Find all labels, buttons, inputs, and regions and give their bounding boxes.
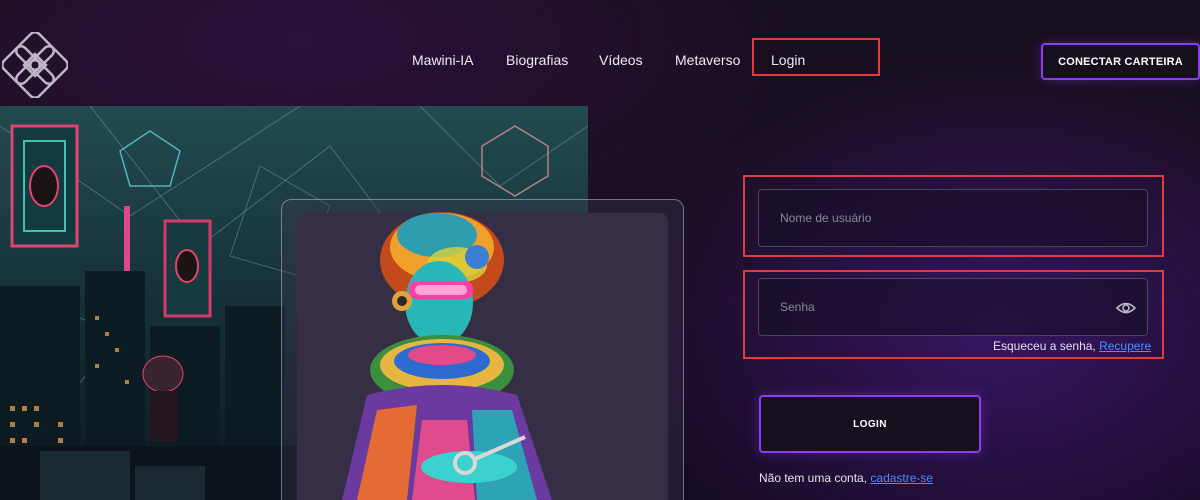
nav-item-metaverso[interactable]: Metaverso [675, 52, 740, 68]
login-button[interactable]: LOGIN [759, 395, 981, 453]
recover-password-link[interactable]: Recupere [1099, 339, 1151, 353]
username-input[interactable] [759, 190, 1147, 246]
african-queen-with-key-artwork [297, 205, 607, 500]
signup-link[interactable]: cadastre-se [870, 471, 933, 485]
eye-icon[interactable] [1115, 297, 1137, 319]
forgot-password-text: Esqueceu a senha, Recupere [993, 339, 1151, 353]
forgot-password-label: Esqueceu a senha, [993, 339, 1096, 353]
nav-item-videos[interactable]: Vídeos [599, 52, 643, 68]
password-field[interactable] [758, 278, 1148, 336]
main-nav: Mawini-IA Biografias Vídeos Metaverso Lo… [0, 40, 1200, 80]
username-field[interactable] [758, 189, 1148, 247]
connect-wallet-button[interactable]: CONECTAR CARTEIRA [1041, 43, 1200, 80]
password-input[interactable] [759, 279, 1147, 335]
signup-label: Não tem uma conta, [759, 471, 868, 485]
signup-text: Não tem uma conta, cadastre-se [759, 471, 933, 485]
nav-login-highlight [752, 38, 880, 76]
nav-item-mawini-ia[interactable]: Mawini-IA [412, 52, 473, 68]
nav-item-biografias[interactable]: Biografias [506, 52, 568, 68]
